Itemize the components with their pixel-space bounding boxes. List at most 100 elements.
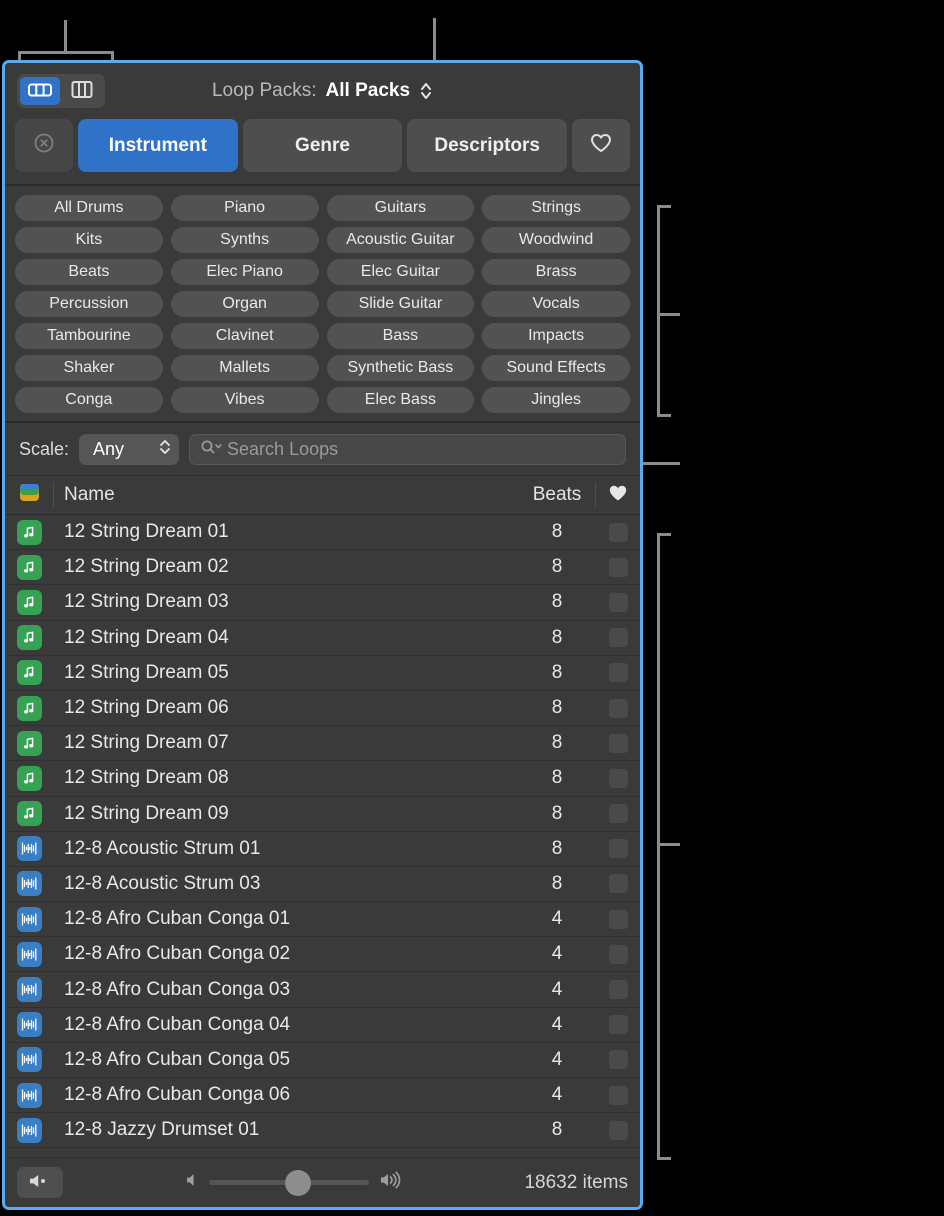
keyword-button[interactable]: Brass xyxy=(482,259,630,285)
favorite-checkbox[interactable] xyxy=(609,593,628,612)
loop-favorite-cell[interactable] xyxy=(596,804,640,823)
loop-row[interactable]: 12-8 Afro Cuban Conga 044 xyxy=(5,1008,640,1043)
loop-favorite-cell[interactable] xyxy=(596,699,640,718)
keyword-button[interactable]: All Drums xyxy=(15,195,163,221)
loop-favorite-cell[interactable] xyxy=(596,980,640,999)
favorite-checkbox[interactable] xyxy=(609,874,628,893)
loop-favorite-cell[interactable] xyxy=(596,874,640,893)
loop-favorite-cell[interactable] xyxy=(596,558,640,577)
keyword-button[interactable]: Conga xyxy=(15,387,163,413)
keyword-button[interactable]: Acoustic Guitar xyxy=(327,227,475,253)
keyword-button[interactable]: Clavinet xyxy=(171,323,319,349)
loop-favorite-cell[interactable] xyxy=(596,945,640,964)
loop-packs-value[interactable]: All Packs xyxy=(326,80,411,102)
favorite-checkbox[interactable] xyxy=(609,699,628,718)
keyword-button[interactable]: Percussion xyxy=(15,291,163,317)
preview-speaker-button[interactable] xyxy=(17,1167,63,1198)
loop-row[interactable]: 12 String Dream 018 xyxy=(5,515,640,550)
favorite-checkbox[interactable] xyxy=(609,910,628,929)
keyword-button[interactable]: Sound Effects xyxy=(482,355,630,381)
column-header-beats[interactable]: Beats xyxy=(518,484,596,506)
loop-row[interactable]: 12 String Dream 078 xyxy=(5,726,640,761)
loop-list[interactable]: 12 String Dream 01812 String Dream 02812… xyxy=(5,515,640,1157)
loop-row[interactable]: 12-8 Acoustic Strum 038 xyxy=(5,867,640,902)
view-mode-toggle[interactable] xyxy=(17,74,105,108)
favorite-checkbox[interactable] xyxy=(609,945,628,964)
loop-row[interactable]: 12 String Dream 088 xyxy=(5,761,640,796)
loop-row[interactable]: 12-8 Afro Cuban Conga 054 xyxy=(5,1043,640,1078)
tab-genre[interactable]: Genre xyxy=(243,119,403,172)
loop-favorite-cell[interactable] xyxy=(596,910,640,929)
keyword-button[interactable]: Vibes xyxy=(171,387,319,413)
loop-favorite-cell[interactable] xyxy=(596,593,640,612)
favorite-checkbox[interactable] xyxy=(609,1086,628,1105)
favorite-checkbox[interactable] xyxy=(609,558,628,577)
volume-slider[interactable] xyxy=(209,1174,369,1192)
keyword-button[interactable]: Jingles xyxy=(482,387,630,413)
scale-select[interactable]: Any xyxy=(79,434,179,465)
loop-favorite-cell[interactable] xyxy=(596,628,640,647)
loop-row[interactable]: 12 String Dream 028 xyxy=(5,550,640,585)
keyword-button[interactable]: Impacts xyxy=(482,323,630,349)
loop-row[interactable]: 12-8 Afro Cuban Conga 024 xyxy=(5,937,640,972)
favorite-checkbox[interactable] xyxy=(609,980,628,999)
keyword-button[interactable]: Guitars xyxy=(327,195,475,221)
favorite-checkbox[interactable] xyxy=(609,769,628,788)
loop-row[interactable]: 12 String Dream 048 xyxy=(5,621,640,656)
keyword-button[interactable]: Vocals xyxy=(482,291,630,317)
loop-favorite-cell[interactable] xyxy=(596,1086,640,1105)
stepper-chevrons-icon[interactable] xyxy=(419,80,433,102)
loop-row[interactable]: 12-8 Jazzy Drumset 018 xyxy=(5,1113,640,1148)
favorite-checkbox[interactable] xyxy=(609,1015,628,1034)
keyword-button[interactable]: Beats xyxy=(15,259,163,285)
keyword-button[interactable]: Piano xyxy=(171,195,319,221)
keyword-button[interactable]: Strings xyxy=(482,195,630,221)
favorites-filter-button[interactable] xyxy=(572,119,630,172)
loop-row[interactable]: 12-8 Acoustic Strum 018 xyxy=(5,832,640,867)
loop-row[interactable]: 12-8 Afro Cuban Conga 064 xyxy=(5,1078,640,1113)
loop-favorite-cell[interactable] xyxy=(596,1050,640,1069)
keyword-button[interactable]: Bass xyxy=(327,323,475,349)
column-header-favorite[interactable] xyxy=(596,483,640,508)
loop-row[interactable]: 12-8 Afro Cuban Conga 034 xyxy=(5,972,640,1007)
loop-favorite-cell[interactable] xyxy=(596,734,640,753)
loop-row[interactable]: 12 String Dream 098 xyxy=(5,797,640,832)
favorite-checkbox[interactable] xyxy=(609,523,628,542)
loop-row[interactable]: 12-8 Afro Cuban Conga 014 xyxy=(5,902,640,937)
loop-favorite-cell[interactable] xyxy=(596,769,640,788)
keyword-button[interactable]: Synthetic Bass xyxy=(327,355,475,381)
loop-favorite-cell[interactable] xyxy=(596,1121,640,1140)
favorite-checkbox[interactable] xyxy=(609,628,628,647)
favorite-checkbox[interactable] xyxy=(609,839,628,858)
loop-favorite-cell[interactable] xyxy=(596,839,640,858)
loop-favorite-cell[interactable] xyxy=(596,523,640,542)
grid-view-button[interactable] xyxy=(20,77,60,105)
favorite-checkbox[interactable] xyxy=(609,734,628,753)
keyword-button[interactable]: Shaker xyxy=(15,355,163,381)
loop-favorite-cell[interactable] xyxy=(596,1015,640,1034)
keyword-button[interactable]: Slide Guitar xyxy=(327,291,475,317)
loop-row[interactable]: 12 String Dream 068 xyxy=(5,691,640,726)
loop-row[interactable]: 12 String Dream 038 xyxy=(5,585,640,620)
column-header-name[interactable]: Name xyxy=(53,484,518,506)
column-header-type[interactable] xyxy=(5,481,53,509)
keyword-button[interactable]: Mallets xyxy=(171,355,319,381)
keyword-button[interactable]: Woodwind xyxy=(482,227,630,253)
favorite-checkbox[interactable] xyxy=(609,1121,628,1140)
volume-knob[interactable] xyxy=(285,1170,311,1196)
favorite-checkbox[interactable] xyxy=(609,1050,628,1069)
keyword-button[interactable]: Kits xyxy=(15,227,163,253)
keyword-button[interactable]: Elec Bass xyxy=(327,387,475,413)
tab-instrument[interactable]: Instrument xyxy=(78,119,238,172)
column-view-button[interactable] xyxy=(62,77,102,105)
clear-filters-button[interactable] xyxy=(15,119,73,172)
tab-descriptors[interactable]: Descriptors xyxy=(407,119,567,172)
keyword-button[interactable]: Organ xyxy=(171,291,319,317)
favorite-checkbox[interactable] xyxy=(609,663,628,682)
favorite-checkbox[interactable] xyxy=(609,804,628,823)
loop-favorite-cell[interactable] xyxy=(596,663,640,682)
keyword-button[interactable]: Elec Guitar xyxy=(327,259,475,285)
search-input[interactable]: Search Loops xyxy=(189,434,626,465)
keyword-button[interactable]: Elec Piano xyxy=(171,259,319,285)
keyword-button[interactable]: Synths xyxy=(171,227,319,253)
